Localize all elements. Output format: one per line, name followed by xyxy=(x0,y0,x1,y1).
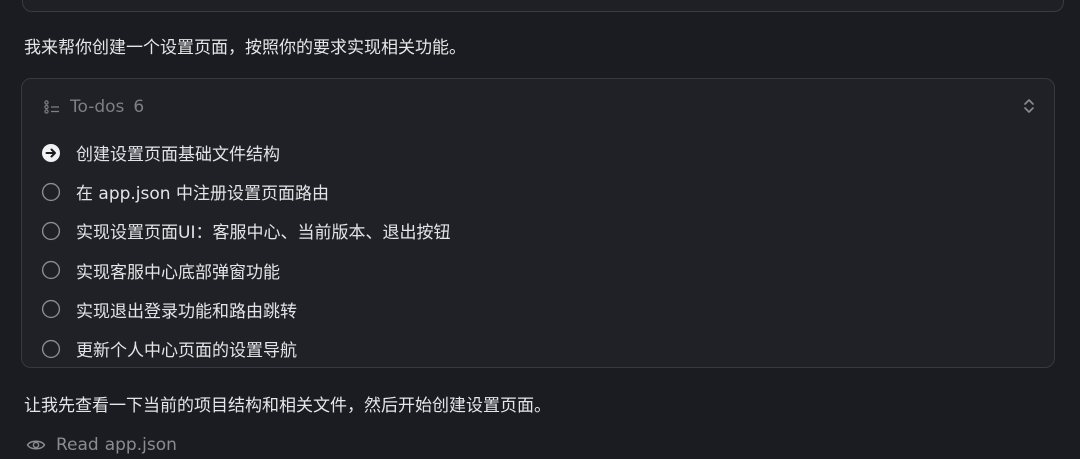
todo-header: To-dos 6 xyxy=(44,97,144,117)
tool-verb: Read xyxy=(56,435,99,455)
eye-icon xyxy=(26,440,46,450)
previous-message-box xyxy=(22,0,1064,12)
todo-item-label: 在 app.json 中注册设置页面路由 xyxy=(76,184,329,205)
todo-item: 在 app.json 中注册设置页面路由 xyxy=(41,172,450,211)
tool-target-file: app.json xyxy=(104,435,177,455)
in-progress-arrow-icon xyxy=(42,143,60,162)
pending-circle-icon xyxy=(41,221,61,241)
todo-item-label: 实现退出登录功能和路由跳转 xyxy=(76,301,297,322)
todo-item-label: 更新个人中心页面的设置导航 xyxy=(76,341,297,362)
todo-item-label: 实现客服中心底部弹窗功能 xyxy=(76,262,280,283)
todo-item: 实现客服中心底部弹窗功能 xyxy=(41,251,450,290)
todo-item: 创建设置页面基础文件结构 xyxy=(41,133,450,172)
pending-circle-icon xyxy=(41,339,61,358)
todo-title: To-dos xyxy=(70,97,125,117)
todo-item: 实现退出登录功能和路由跳转 xyxy=(41,290,450,329)
pending-circle-icon xyxy=(41,182,61,201)
todo-item: 实现设置页面UI：客服中心、当前版本、退出按钮 xyxy=(41,211,450,250)
todo-count: 6 xyxy=(133,97,145,117)
todo-list: 创建设置页面基础文件结构 在 app.json 中注册设置页面路由 实现设置页面… xyxy=(41,133,450,368)
pending-circle-icon xyxy=(41,300,61,319)
todo-panel: To-dos 6 创建设置页面基础文件结构 在 app.json 中注册设置页面… xyxy=(21,78,1055,368)
todo-item-label: 创建设置页面基础文件结构 xyxy=(76,145,280,166)
expand-collapse-chevron-icon[interactable] xyxy=(1022,96,1036,116)
list-icon xyxy=(44,100,59,114)
assistant-followup-text: 让我先查看一下当前的项目结构和相关文件，然后开始创建设置页面。 xyxy=(24,396,551,416)
assistant-intro-text: 我来帮你创建一个设置页面，按照你的要求实现相关功能。 xyxy=(24,38,466,58)
todo-item: 更新个人中心页面的设置导航 xyxy=(41,329,450,368)
todo-item-label: 实现设置页面UI：客服中心、当前版本、退出按钮 xyxy=(76,223,451,244)
tool-read-action[interactable]: Read app.json xyxy=(26,435,177,455)
pending-circle-icon xyxy=(41,261,61,280)
